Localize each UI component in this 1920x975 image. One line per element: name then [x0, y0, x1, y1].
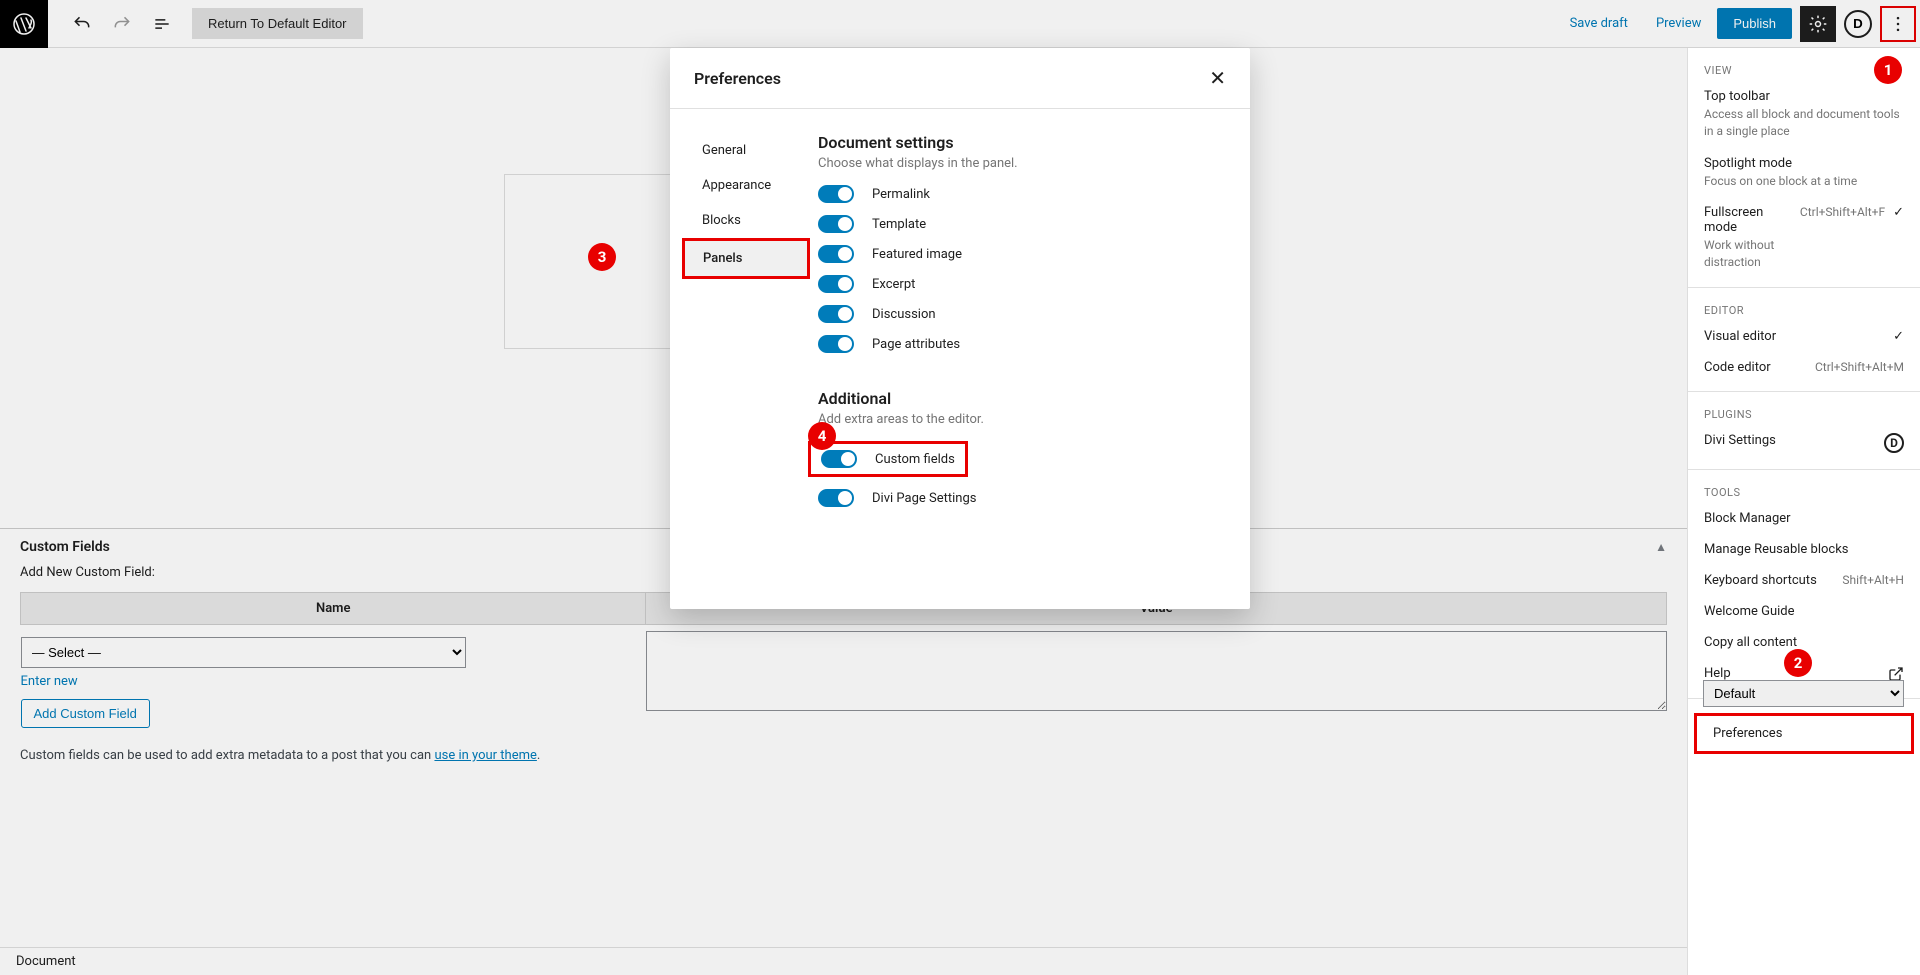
- step-badge-4: 4: [808, 422, 836, 450]
- preview-link[interactable]: Preview: [1644, 8, 1713, 39]
- opt-divi-settings[interactable]: Divi Settings D: [1688, 425, 1920, 461]
- toggle-divi-page[interactable]: [818, 489, 854, 507]
- toggle-permalink-label: Permalink: [872, 187, 930, 202]
- tab-appearance[interactable]: Appearance: [670, 168, 810, 203]
- opt-top-toolbar[interactable]: Top toolbar Access all block and documen…: [1688, 81, 1920, 148]
- cf-enter-new-link[interactable]: Enter new: [21, 674, 78, 689]
- tab-panels[interactable]: Panels: [682, 238, 810, 279]
- tab-blocks[interactable]: Blocks: [670, 203, 810, 238]
- toggle-excerpt-label: Excerpt: [872, 277, 915, 292]
- opt-block-manager[interactable]: Block Manager: [1688, 503, 1920, 534]
- save-draft-link[interactable]: Save draft: [1558, 8, 1640, 39]
- panel-collapse-icon[interactable]: ▲: [1655, 540, 1667, 554]
- toggle-template-label: Template: [872, 217, 926, 232]
- document-footer[interactable]: Document: [0, 947, 1687, 975]
- opt-welcome-guide[interactable]: Welcome Guide: [1688, 596, 1920, 627]
- cf-theme-link[interactable]: use in your theme: [434, 748, 536, 763]
- modal-close-button[interactable]: ✕: [1209, 68, 1226, 88]
- toggle-template[interactable]: [818, 215, 854, 233]
- doc-settings-title: Document settings: [818, 133, 1210, 152]
- opt-visual-editor[interactable]: Visual editor ✓: [1688, 321, 1920, 352]
- sidebar-page-template-select[interactable]: Default: [1703, 680, 1904, 707]
- opt-reusable-blocks[interactable]: Manage Reusable blocks: [1688, 534, 1920, 565]
- check-icon: ✓: [1893, 205, 1904, 220]
- step-badge-3: 3: [588, 243, 616, 271]
- toggle-featured-image[interactable]: [818, 245, 854, 263]
- modal-tab-list: General Appearance Blocks Panels: [670, 125, 810, 581]
- step-badge-1: 1: [1874, 56, 1902, 84]
- toggle-discussion[interactable]: [818, 305, 854, 323]
- tab-general[interactable]: General: [670, 133, 810, 168]
- details-button[interactable]: [144, 6, 180, 42]
- additional-title: Additional: [818, 389, 1210, 408]
- opt-spotlight[interactable]: Spotlight mode Focus on one block at a t…: [1688, 148, 1920, 198]
- return-default-editor-button[interactable]: Return To Default Editor: [192, 8, 363, 39]
- editor-topbar: Return To Default Editor Save draft Prev…: [0, 0, 1920, 48]
- step-badge-2: 2: [1784, 649, 1812, 677]
- toggle-page-attrs-label: Page attributes: [872, 337, 960, 352]
- divi-icon-button[interactable]: D: [1844, 10, 1872, 38]
- publish-button[interactable]: Publish: [1717, 8, 1792, 39]
- wordpress-logo[interactable]: [0, 0, 48, 48]
- toggle-divi-page-label: Divi Page Settings: [872, 491, 976, 506]
- cf-col-name: Name: [21, 593, 646, 625]
- more-options-button[interactable]: [1880, 6, 1916, 42]
- additional-desc: Add extra areas to the editor.: [818, 412, 1210, 427]
- check-icon: ✓: [1893, 329, 1904, 344]
- toggle-featured-label: Featured image: [872, 247, 962, 262]
- toggle-excerpt[interactable]: [818, 275, 854, 293]
- opt-preferences[interactable]: Preferences: [1694, 713, 1914, 754]
- toggle-custom-fields-label: Custom fields: [875, 452, 955, 467]
- opt-keyboard-shortcuts[interactable]: Keyboard shortcuts Shift+Alt+H: [1688, 565, 1920, 596]
- toggle-custom-fields[interactable]: [821, 450, 857, 468]
- options-dropdown-menu: VIEW Top toolbar Access all block and do…: [1687, 48, 1920, 975]
- opt-fullscreen[interactable]: Fullscreen mode Work without distraction…: [1688, 197, 1920, 279]
- toggle-permalink[interactable]: [818, 185, 854, 203]
- doc-settings-desc: Choose what displays in the panel.: [818, 156, 1210, 171]
- cf-value-textarea[interactable]: [646, 631, 1667, 711]
- add-custom-field-button[interactable]: Add Custom Field: [21, 699, 150, 728]
- divi-icon: D: [1884, 433, 1904, 453]
- toggle-discussion-label: Discussion: [872, 307, 936, 322]
- cf-name-select[interactable]: — Select —: [21, 637, 466, 668]
- settings-gear-button[interactable]: [1800, 6, 1836, 42]
- toggle-page-attributes[interactable]: [818, 335, 854, 353]
- opt-code-editor[interactable]: Code editor Ctrl+Shift+Alt+M: [1688, 352, 1920, 383]
- custom-fields-heading: Custom Fields: [20, 539, 110, 555]
- redo-button[interactable]: [104, 6, 140, 42]
- modal-panel-content: Document settings Choose what displays i…: [810, 125, 1250, 581]
- editor-group-label: EDITOR: [1688, 296, 1920, 321]
- modal-title: Preferences: [694, 69, 781, 88]
- undo-button[interactable]: [64, 6, 100, 42]
- preferences-modal: Preferences ✕ General Appearance Blocks …: [670, 48, 1250, 609]
- tools-group-label: TOOLS: [1688, 478, 1920, 503]
- plugins-group-label: PLUGINS: [1688, 400, 1920, 425]
- cf-hint-text: Custom fields can be used to add extra m…: [20, 748, 1667, 763]
